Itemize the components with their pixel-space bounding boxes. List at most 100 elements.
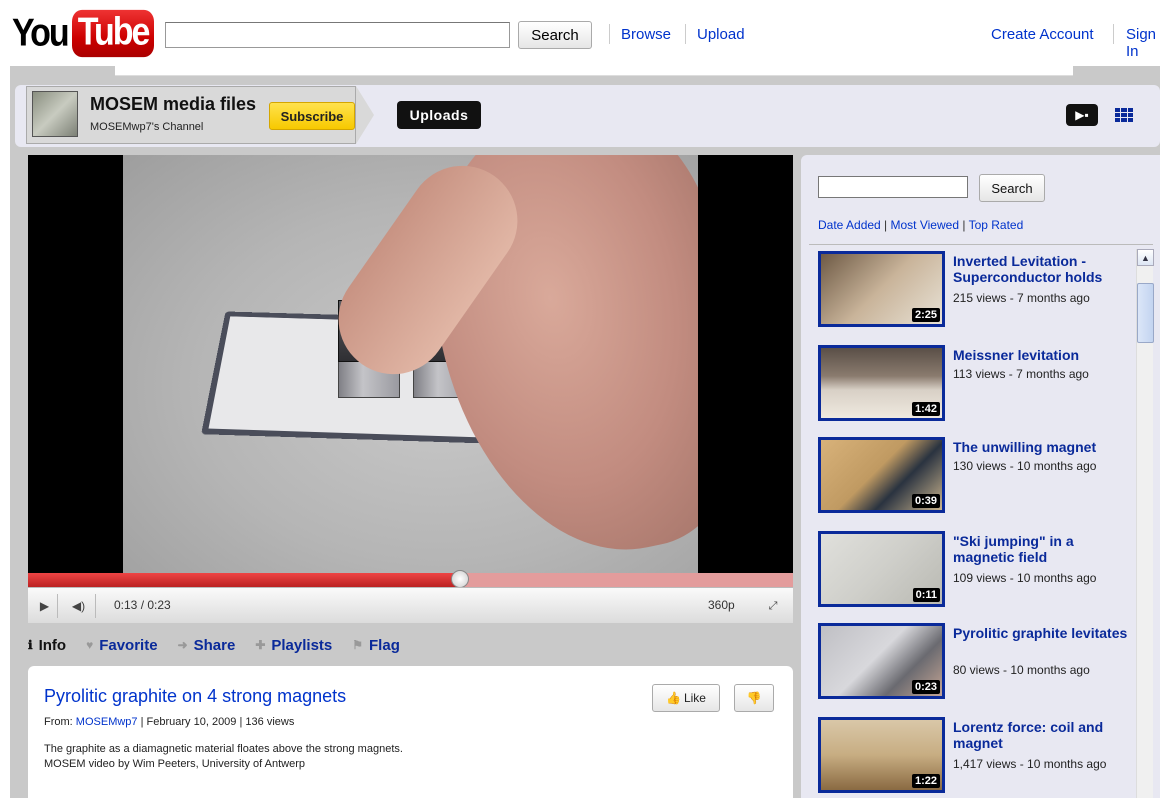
video-item-meta: 80 views - 10 months ago [953,663,1090,677]
video-thumbnail[interactable]: 0:39 [818,437,945,513]
heart-icon: ♥ [86,638,94,652]
browse-link[interactable]: Browse [621,26,671,43]
thumbs-down-icon: 👎 [746,691,762,705]
channel-card: MOSEM media files MOSEMwp7's Channel Sub… [26,86,376,144]
video-item-title[interactable]: "Ski jumping" in a magnetic field [953,533,1133,565]
like-button[interactable]: 👍 Like [652,684,720,712]
video-item-title[interactable]: Inverted Levitation - Superconductor hol… [953,253,1133,285]
video-player[interactable]: ▶ ◀) 0:13 / 0:23 360p ⤢ [28,155,793,623]
duration-badge: 2:25 [911,308,940,322]
video-item-title[interactable]: Meissner levitation [953,347,1133,363]
plus-icon: ✚ [255,638,266,652]
video-item-meta: 1,417 views - 10 months ago [953,757,1107,771]
share-arrow-icon: ➜ [177,638,188,652]
sort-date-added[interactable]: Date Added [818,218,881,232]
channel-top-strip [115,66,1073,76]
video-thumbnail[interactable]: 0:11 [818,531,945,607]
video-info-panel: Pyrolitic graphite on 4 strong magnets F… [28,666,793,798]
volume-icon: ◀) [71,599,86,613]
duration-badge: 1:42 [911,402,940,416]
like-label: Like [683,691,706,705]
quality-selector[interactable]: 360p [708,598,735,612]
sidebar-divider [809,244,1153,245]
player-view-toggle[interactable]: ▶▪ [1066,104,1098,126]
tab-label: Playlists [271,636,333,654]
chevron-up-icon: ▲ [1141,252,1150,263]
video-item-title[interactable]: Lorentz force: coil and magnet [953,719,1133,751]
player-view-icon: ▶▪ [1075,108,1089,122]
from-label: From: [44,716,73,728]
duration-badge: 0:39 [911,494,940,508]
info-icon: ℹ [28,638,33,652]
sidebar-scrollbar[interactable]: ▲ [1136,249,1154,798]
masthead: You Tube Search Browse Upload Create Acc… [0,0,1170,66]
video-thumbnail[interactable]: 1:42 [818,345,945,421]
video-thumbnail[interactable]: 0:23 [818,623,945,699]
list-item[interactable]: 2:25 Inverted Levitation - Superconducto… [807,247,1135,337]
duration-badge: 1:22 [911,774,940,788]
search-input[interactable] [165,22,510,48]
video-from-line: From: MOSEMwp7 | February 10, 2009 | 136… [44,716,294,728]
search-button[interactable]: Search [518,21,592,49]
scroll-thumb[interactable] [1137,283,1154,343]
youtube-logo[interactable]: You Tube [12,9,155,57]
volume-button[interactable]: ◀) [62,594,96,618]
uploads-tab[interactable]: Uploads [397,101,481,129]
sort-separator: | [959,218,969,232]
video-thumbnail[interactable]: 2:25 [818,251,945,327]
list-item[interactable]: 0:39 The unwilling magnet 130 views - 10… [807,433,1135,523]
upload-link[interactable]: Upload [697,26,745,43]
video-title: Pyrolitic graphite on 4 strong magnets [44,686,347,706]
uploader-link[interactable]: MOSEMwp7 [76,716,138,728]
video-item-meta: 109 views - 10 months ago [953,571,1097,585]
channel-avatar[interactable] [32,91,78,137]
channel-search-input[interactable] [818,176,968,198]
list-item[interactable]: 1:42 Meissner levitation 113 views - 7 m… [807,341,1135,431]
nav-separator [1113,24,1114,44]
channel-card-arrow [356,86,374,144]
tab-share[interactable]: ➜ Share [178,637,236,654]
thumbs-up-icon: 👍 [666,691,681,705]
progress-fill [28,573,461,587]
video-item-meta: 215 views - 7 months ago [953,291,1090,305]
tab-info[interactable]: ℹ Info [28,637,66,654]
progress-bar[interactable] [28,570,793,588]
tab-favorite[interactable]: ♥ Favorite [86,637,157,654]
sort-separator: | [880,218,891,232]
upload-date: February 10, 2009 [146,716,237,728]
description-line: The graphite as a diamagnetic material f… [44,743,403,755]
sign-in-link[interactable]: Sign In [1126,26,1170,60]
nav-separator [685,24,686,44]
description-line: MOSEM video by Wim Peeters, University o… [44,758,306,770]
channel-title[interactable]: MOSEM media files [90,94,256,115]
scroll-up-button[interactable]: ▲ [1137,249,1154,266]
video-item-meta: 130 views - 10 months ago [953,459,1097,473]
video-item-title[interactable]: The unwilling magnet [953,439,1133,455]
video-item-title[interactable]: Pyrolitic graphite levitates [953,625,1133,641]
video-item-meta: 113 views - 7 months ago [953,367,1089,381]
progress-knob[interactable] [451,570,470,588]
list-item[interactable]: 1:22 Lorentz force: coil and magnet 1,41… [807,713,1135,798]
video-frame[interactable] [123,155,698,573]
channel-search-button[interactable]: Search [979,174,1045,202]
sort-most-viewed[interactable]: Most Viewed [891,218,959,232]
info-tabs: ℹ Info ♥ Favorite ➜ Share ✚ Playlists ⚑ … [28,630,420,660]
sort-top-rated[interactable]: Top Rated [969,218,1024,232]
tab-flag[interactable]: ⚑ Flag [352,637,400,654]
play-button[interactable]: ▶ [32,594,58,618]
logo-tube-text: Tube [71,9,155,57]
fullscreen-button[interactable]: ⤢ [761,594,785,618]
list-item[interactable]: 0:11 "Ski jumping" in a magnetic field 1… [807,527,1135,617]
tab-label: Favorite [99,636,158,654]
video-thumbnail[interactable]: 1:22 [818,717,945,793]
dislike-button[interactable]: 👎 [734,684,774,712]
duration-badge: 0:23 [911,680,940,694]
subscribe-button[interactable]: Subscribe [269,102,355,130]
grid-view-icon[interactable] [1115,108,1133,122]
tab-playlists[interactable]: ✚ Playlists [255,637,332,654]
list-item[interactable]: 0:23 Pyrolitic graphite levitates 80 vie… [807,619,1135,709]
tab-label: Info [38,636,67,654]
tab-label: Flag [369,636,400,654]
create-account-link[interactable]: Create Account [991,26,1094,43]
play-icon: ▶ [39,599,50,613]
